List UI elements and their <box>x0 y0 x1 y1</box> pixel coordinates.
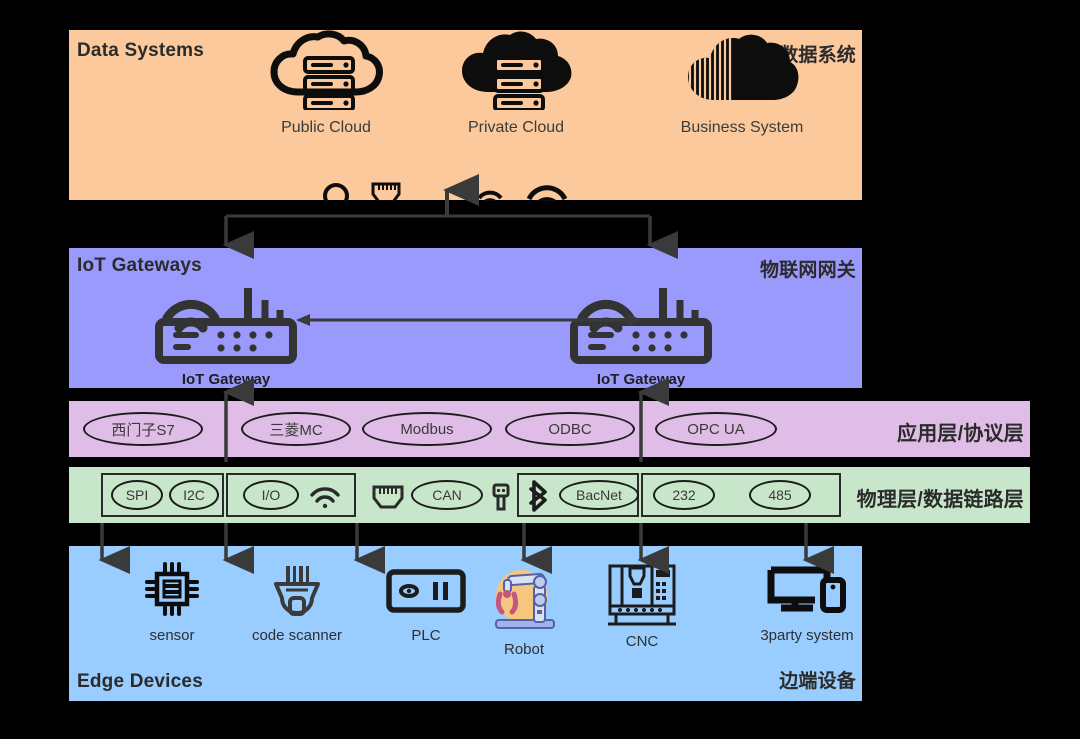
edge-device-3party-system[interactable]: 3party system <box>742 562 872 644</box>
edge-device-label: CNC <box>625 633 659 650</box>
edge-device-cnc[interactable]: CNC <box>577 562 707 650</box>
iot-gateway-label: IoT Gateway <box>596 371 686 388</box>
layer-physical-datalink-title-cn: 物理层/数据链路层 <box>856 489 1024 511</box>
iot-gateway-router-icon <box>153 288 299 368</box>
phy-chip-can[interactable]: CAN <box>411 480 483 510</box>
phy-chip-label: CAN <box>432 487 462 503</box>
edge-device-sensor[interactable]: sensor <box>107 562 237 644</box>
phy-chip-label: BacNet <box>576 487 622 503</box>
layer-edge-devices-title-cn: 边端设备 <box>779 671 856 692</box>
wifi-small-icon <box>475 182 505 201</box>
data-system-label: Business System <box>680 119 804 136</box>
protocol-pill-mitsubishi-mc[interactable]: 三菱MC <box>241 412 351 446</box>
barcode-scanner-icon <box>266 566 328 624</box>
usb-icon[interactable] <box>489 481 513 511</box>
cloud-server-outline-icon <box>268 30 384 114</box>
edge-device-label: sensor <box>149 627 195 644</box>
edge-device-label: code scanner <box>251 627 343 644</box>
layer-data-systems-title-en: Data Systems <box>77 40 205 61</box>
edge-device-robot[interactable]: Robot <box>459 562 589 658</box>
gateway-peer-link-arrow <box>296 313 642 327</box>
microchip-sensor-icon <box>141 562 203 624</box>
phy-chip-label: 485 <box>768 487 792 503</box>
iot-gateway-label: IoT Gateway <box>181 371 271 388</box>
layer-physical-datalink: 物理层/数据链路层 SPI I2C I/O CAN BacNet 232 485 <box>69 467 1030 523</box>
phy-chip-label: 232 <box>672 487 696 503</box>
phy-chip-232[interactable]: 232 <box>653 480 715 510</box>
ethernet-jack-icon <box>369 179 403 201</box>
edge-device-code-scanner[interactable]: code scanner <box>232 562 362 644</box>
protocol-label: 三菱MC <box>269 421 323 439</box>
wifi-icon <box>525 179 569 201</box>
layer-data-systems: Data Systems 数据系统 Public Cloud Private C… <box>69 30 862 201</box>
iot-gateway-node-right[interactable]: IoT Gateway <box>541 274 741 388</box>
plc-module-icon <box>385 569 467 624</box>
data-system-business-system[interactable]: Business System <box>657 30 827 137</box>
data-system-label: Private Cloud <box>467 119 565 136</box>
wifi-icon[interactable] <box>309 483 341 509</box>
edge-device-label: Robot <box>503 641 545 658</box>
data-system-label: Public Cloud <box>281 119 371 136</box>
layer-application-protocol: 应用层/协议层 西门子S7 三菱MC Modbus ODBC OPC UA <box>69 401 1030 457</box>
protocol-pill-siemens-s7[interactable]: 西门子S7 <box>83 412 203 446</box>
cnc-machine-icon <box>604 564 680 630</box>
phy-chip-485[interactable]: 485 <box>749 480 811 510</box>
protocol-label: 西门子S7 <box>111 421 175 439</box>
cloud-stripes-icon <box>684 34 800 114</box>
protocol-label: ODBC <box>548 420 592 438</box>
phy-chip-label: SPI <box>125 487 149 503</box>
cloud-server-filled-icon <box>458 31 574 114</box>
edge-device-label: 3party system <box>760 627 854 644</box>
iot-gateway-router-icon <box>568 288 714 368</box>
ethernet-jack-icon[interactable] <box>369 481 407 511</box>
diagram-canvas: Data Systems 数据系统 Public Cloud Private C… <box>0 0 1080 739</box>
data-systems-peek-icon-row <box>69 179 862 201</box>
phy-chip-label: I2C <box>183 487 205 503</box>
layer-application-protocol-title-cn: 应用层/协议层 <box>897 423 1024 445</box>
protocol-label: Modbus <box>400 420 454 438</box>
circle-icon <box>322 182 350 201</box>
phy-chip-spi[interactable]: SPI <box>111 480 163 510</box>
layer-iot-gateways-title-cn: 物联网网关 <box>759 260 856 281</box>
iot-gateway-node-left[interactable]: IoT Gateway <box>126 274 326 388</box>
phy-chip-i2c[interactable]: I2C <box>169 480 219 510</box>
phy-chip-io[interactable]: I/O <box>243 480 299 510</box>
phy-chip-bacnet[interactable]: BacNet <box>559 480 639 510</box>
data-system-public-cloud[interactable]: Public Cloud <box>241 30 411 137</box>
robot-arm-icon <box>478 570 570 638</box>
protocol-label: OPC UA <box>687 420 745 438</box>
layer-edge-devices: Edge Devices 边端设备 sensor code scanner PL… <box>69 546 862 701</box>
layer-edge-devices-title-en: Edge Devices <box>77 671 203 692</box>
data-system-private-cloud[interactable]: Private Cloud <box>431 30 601 137</box>
protocol-pill-modbus[interactable]: Modbus <box>362 412 492 446</box>
bluetooth-icon[interactable] <box>525 479 553 513</box>
monitor-phone-icon <box>765 566 849 624</box>
phy-chip-label: I/O <box>261 487 281 503</box>
protocol-pill-opc-ua[interactable]: OPC UA <box>655 412 777 446</box>
protocol-pill-odbc[interactable]: ODBC <box>505 412 635 446</box>
